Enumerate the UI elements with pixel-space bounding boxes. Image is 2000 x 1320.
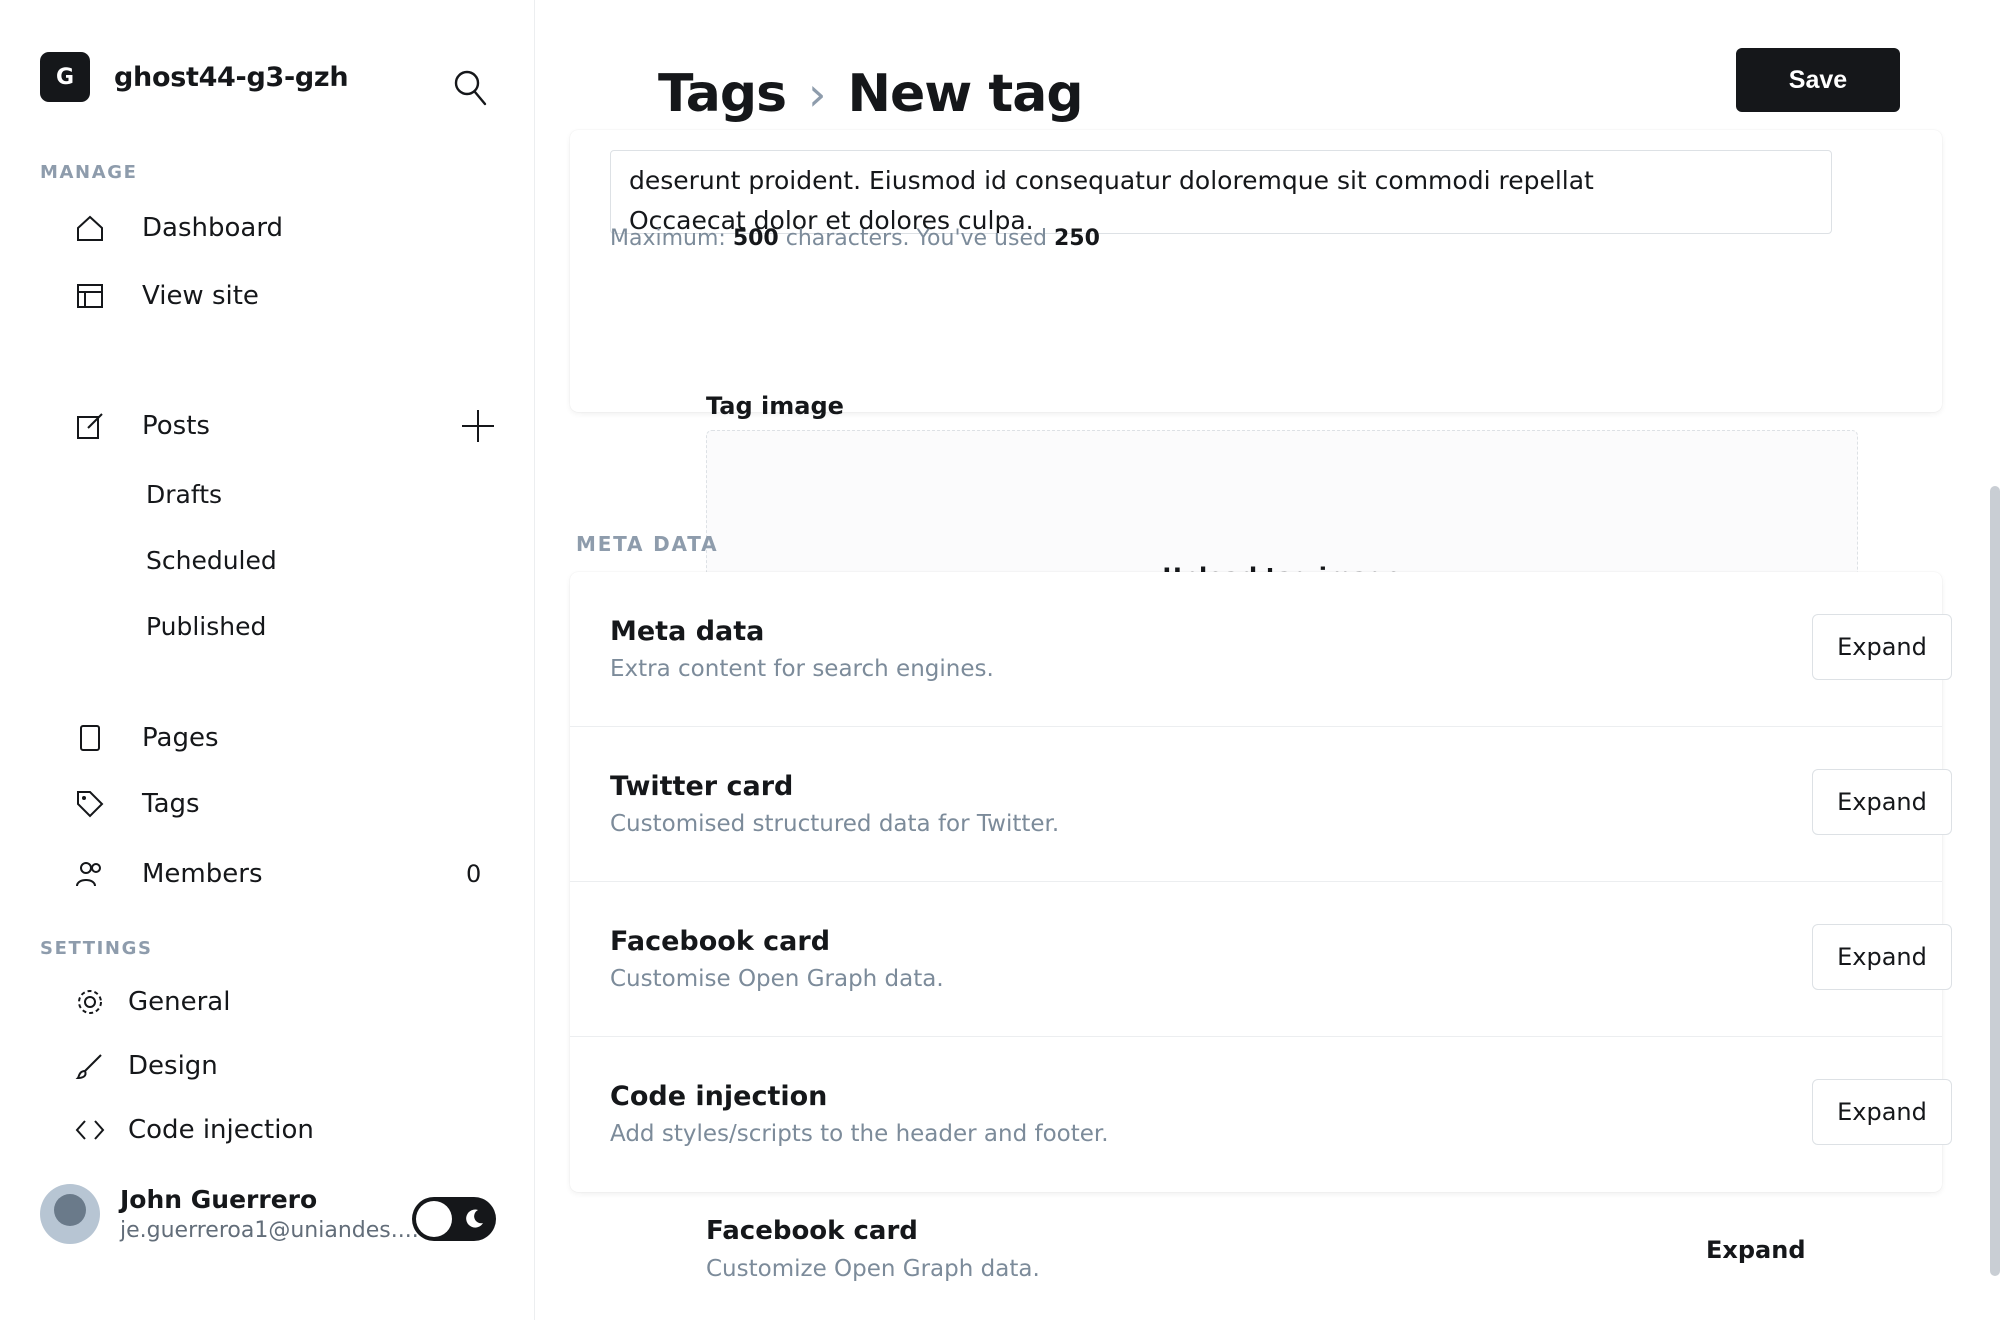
meta-row-meta-data: Meta data Extra content for search engin… <box>570 572 1952 727</box>
secondary-row-desc: Customize Open Graph data. <box>706 1256 1040 1282</box>
nav-general[interactable]: General <box>72 980 230 1024</box>
breadcrumb-separator: › <box>808 67 826 121</box>
nav-dashboard[interactable]: Dashboard <box>72 206 283 250</box>
tag-icon <box>72 786 108 822</box>
tag-image-label: Tag image <box>706 392 844 420</box>
page-title: New tag <box>847 64 1083 124</box>
meta-row-title: Code injection <box>610 1081 828 1112</box>
nav-scheduled[interactable]: Scheduled <box>146 540 277 580</box>
posts-icon <box>72 408 108 444</box>
nav-drafts-label: Drafts <box>146 479 223 509</box>
site-name: ghost44-g3-gzh <box>114 61 349 93</box>
site-logo: G <box>40 52 90 102</box>
moon-icon <box>466 1209 483 1228</box>
dark-mode-toggle[interactable] <box>412 1197 496 1241</box>
expand-code-injection-button[interactable]: Expand <box>1812 1079 1952 1145</box>
breadcrumb-tags-link[interactable]: Tags <box>658 64 787 124</box>
expand-twitter-card-button[interactable]: Expand <box>1812 769 1952 835</box>
description-line-1: deserunt proident. Eiusmod id consequatu… <box>629 166 1594 195</box>
nav-published[interactable]: Published <box>146 606 266 646</box>
manage-section-label: MANAGE <box>40 162 138 183</box>
pages-icon <box>72 720 108 756</box>
meta-row-title: Facebook card <box>610 926 831 957</box>
nav-tags[interactable]: Tags <box>72 782 200 826</box>
search-icon[interactable] <box>452 66 488 110</box>
nav-view-site-label: View site <box>142 281 259 311</box>
nav-tags-label: Tags <box>142 789 200 819</box>
members-count: 0 <box>466 860 482 888</box>
nav-general-label: General <box>128 987 231 1017</box>
nav-dashboard-label: Dashboard <box>142 213 284 243</box>
meta-card: Meta data Extra content for search engin… <box>570 572 1952 1192</box>
nav-code-injection-label: Code injection <box>128 1115 314 1145</box>
meta-row-desc: Customised structured data for Twitter. <box>610 811 1060 837</box>
meta-row-desc: Add styles/scripts to the header and foo… <box>610 1121 1109 1147</box>
hint-prefix: Maximum: <box>610 226 733 251</box>
nav-pages-label: Pages <box>142 723 219 753</box>
gear-icon <box>72 984 108 1020</box>
code-icon <box>72 1112 108 1148</box>
hint-used: 250 <box>1053 226 1100 251</box>
meta-row-desc: Customise Open Graph data. <box>610 966 944 992</box>
meta-row-twitter-card: Twitter card Customised structured data … <box>570 727 1952 882</box>
user-name: John Guerrero <box>120 1185 318 1214</box>
meta-row-title: Meta data <box>610 616 765 647</box>
user-email: je.guerreroa1@uniandes.... <box>120 1218 419 1243</box>
nav-scheduled-label: Scheduled <box>146 545 277 575</box>
hint-middle: characters. You've used <box>778 226 1054 251</box>
secondary-row-title: Facebook card <box>706 1216 918 1246</box>
meta-data-section-label: META DATA <box>576 532 719 556</box>
nav-view-site[interactable]: View site <box>72 274 259 318</box>
meta-row-desc: Extra content for search engines. <box>610 656 994 682</box>
expand-facebook-card-button[interactable]: Expand <box>1812 924 1952 990</box>
toggle-knob <box>416 1201 452 1237</box>
description-textarea[interactable]: deserunt proident. Eiusmod id consequatu… <box>610 150 1832 234</box>
secondary-facebook-row: Facebook card Customize Open Graph data.… <box>706 1196 1806 1320</box>
user-profile[interactable]: John Guerrero je.guerreroa1@uniandes.... <box>40 1184 419 1244</box>
brush-icon <box>72 1048 108 1084</box>
settings-section-label: SETTINGS <box>40 938 153 959</box>
meta-list-secondary: Facebook card Customize Open Graph data.… <box>706 1196 1806 1320</box>
nav-posts-label: Posts <box>142 411 210 441</box>
hint-max: 500 <box>732 226 779 251</box>
nav-posts[interactable]: Posts <box>72 404 210 448</box>
members-icon <box>72 856 108 892</box>
nav-members-label: Members <box>142 859 263 889</box>
site-brand[interactable]: G ghost44-g3-gzh <box>40 52 349 102</box>
meta-row-code-injection: Code injection Add styles/scripts to the… <box>570 1037 1952 1192</box>
new-post-plus-icon[interactable] <box>458 406 498 446</box>
nav-published-label: Published <box>146 611 267 641</box>
secondary-expand-button[interactable]: Expand <box>1706 1236 1806 1264</box>
nav-pages[interactable]: Pages <box>72 716 219 760</box>
nav-drafts[interactable]: Drafts <box>146 474 222 514</box>
nav-design[interactable]: Design <box>72 1044 218 1088</box>
dashboard-icon <box>72 210 108 246</box>
main-content: Tags › New tag Save deserunt proident. E… <box>536 0 2000 1320</box>
save-button[interactable]: Save <box>1736 48 1900 112</box>
nav-members[interactable]: Members <box>72 852 263 896</box>
meta-row-title: Twitter card <box>610 771 794 802</box>
meta-row-facebook-card: Facebook card Customise Open Graph data.… <box>570 882 1952 1037</box>
description-card: deserunt proident. Eiusmod id consequatu… <box>570 130 1942 412</box>
nav-code-injection[interactable]: Code injection <box>72 1108 314 1152</box>
breadcrumb: Tags › New tag <box>658 64 1084 124</box>
page-scrollbar[interactable] <box>1990 486 2000 1276</box>
sidebar: G ghost44-g3-gzh MANAGE Dashboard View s… <box>0 0 535 1320</box>
nav-design-label: Design <box>128 1051 218 1081</box>
view-site-icon <box>72 278 108 314</box>
description-hint: Maximum: 500 characters. You've used 250 <box>610 226 1100 251</box>
expand-meta-data-button[interactable]: Expand <box>1812 614 1952 680</box>
avatar <box>40 1184 100 1244</box>
